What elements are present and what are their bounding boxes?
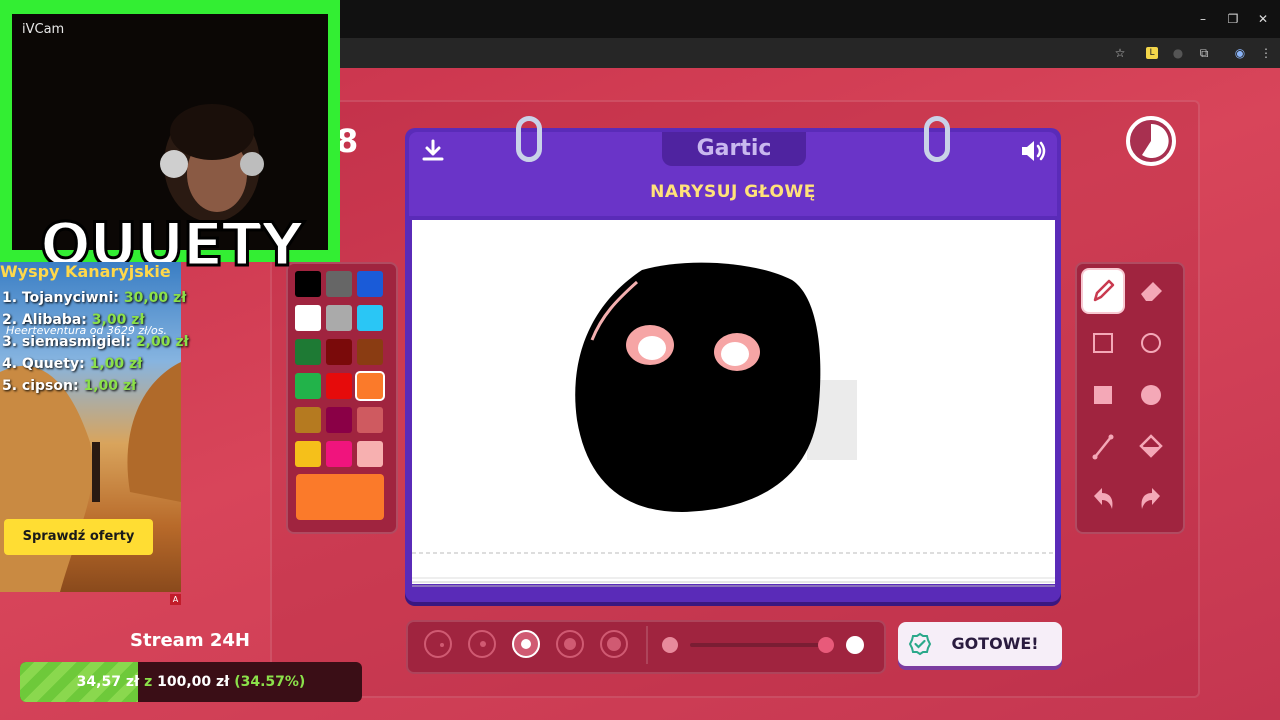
color-swatch[interactable]	[326, 373, 352, 399]
square-outline-icon[interactable]	[1083, 322, 1123, 364]
stream-goal-title: Stream 24H	[130, 630, 250, 651]
drawing-prompt: NARYSUJ GŁOWĘ	[650, 182, 816, 202]
done-button-label: GOTOWE!	[951, 634, 1039, 653]
color-swatch[interactable]	[357, 271, 383, 297]
sound-icon[interactable]	[1018, 136, 1048, 166]
color-swatch[interactable]	[357, 441, 383, 467]
color-swatch[interactable]	[357, 305, 383, 331]
extension-icon[interactable]: L	[1146, 47, 1158, 59]
divider	[646, 626, 648, 664]
circle-outline-icon[interactable]	[1131, 322, 1171, 364]
leaderboard-item: 2. Alibaba: 3,00 zł	[2, 312, 145, 328]
goal-progress-text: 34,57 zł z 100,00 zł (34.57%)	[76, 674, 306, 690]
color-swatch[interactable]	[295, 373, 321, 399]
size-dot	[564, 638, 576, 650]
leaderboard-item: 5. cipson: 1,00 zł	[2, 378, 137, 394]
notebook-page-edges	[412, 552, 1055, 592]
pencil-icon[interactable]	[1083, 270, 1123, 312]
circle-extension-icon[interactable]: ●	[1170, 45, 1186, 61]
color-swatch[interactable]	[326, 339, 352, 365]
menu-icon[interactable]: ⋮	[1258, 45, 1274, 61]
leaderboard-item: 3. siemasmigiel: 2,00 zł	[2, 334, 189, 350]
close-icon[interactable]: ✕	[1256, 12, 1270, 26]
opacity-slider[interactable]	[690, 643, 820, 647]
brush-size-1[interactable]	[424, 630, 452, 658]
color-swatch[interactable]	[295, 407, 321, 433]
size-dot	[521, 639, 531, 649]
star-icon[interactable]: ☆	[1112, 45, 1128, 61]
color-swatch[interactable]	[357, 339, 383, 365]
size-dot	[480, 641, 486, 647]
square-filled-icon[interactable]	[1083, 374, 1123, 416]
timer-icon	[1126, 116, 1176, 166]
size-dot	[607, 637, 621, 651]
color-swatch[interactable]	[357, 407, 383, 433]
line-icon[interactable]	[1083, 426, 1123, 468]
notebook-ring	[516, 116, 542, 162]
redo-icon[interactable]	[1131, 478, 1171, 520]
undo-icon[interactable]	[1083, 478, 1123, 520]
drawing-canvas[interactable]	[412, 220, 1055, 584]
gartic-logo: Gartic	[662, 132, 806, 166]
current-color	[296, 474, 384, 520]
download-icon[interactable]	[418, 136, 448, 166]
notebook-ring	[924, 116, 950, 162]
color-swatch[interactable]	[326, 305, 352, 331]
color-swatch[interactable]	[326, 441, 352, 467]
fill-bucket-icon[interactable]	[1131, 426, 1171, 468]
opacity-max-icon	[846, 636, 864, 654]
opacity-slider-thumb[interactable]	[818, 637, 834, 653]
restore-icon[interactable]: ❐	[1226, 12, 1240, 26]
minimize-icon[interactable]: –	[1196, 12, 1210, 26]
ad-title: Wyspy Kanaryjskie	[0, 262, 171, 281]
ad-cta-button[interactable]: Sprawdź oferty	[4, 519, 153, 555]
cam-label: iVCam	[22, 22, 65, 37]
opacity-min-icon	[662, 637, 678, 653]
check-icon	[908, 632, 932, 656]
leaderboard-item: 1. Tojanyciwni: 30,00 zł	[2, 290, 187, 306]
circle-filled-icon[interactable]	[1131, 374, 1171, 416]
size-dot	[440, 643, 444, 647]
ad-badge: A	[170, 594, 181, 605]
profile-icon[interactable]: ◉	[1232, 45, 1248, 61]
puzzle-icon[interactable]: ⧉	[1196, 45, 1212, 61]
color-swatch[interactable]	[326, 407, 352, 433]
color-swatch[interactable]	[295, 305, 321, 331]
color-swatch[interactable]	[326, 271, 352, 297]
eraser-icon[interactable]	[1131, 270, 1171, 312]
color-swatch[interactable]	[295, 339, 321, 365]
color-swatch[interactable]	[295, 441, 321, 467]
leaderboard-item: 4. Quuety: 1,00 zł	[2, 356, 143, 372]
color-swatch[interactable]	[357, 373, 383, 399]
